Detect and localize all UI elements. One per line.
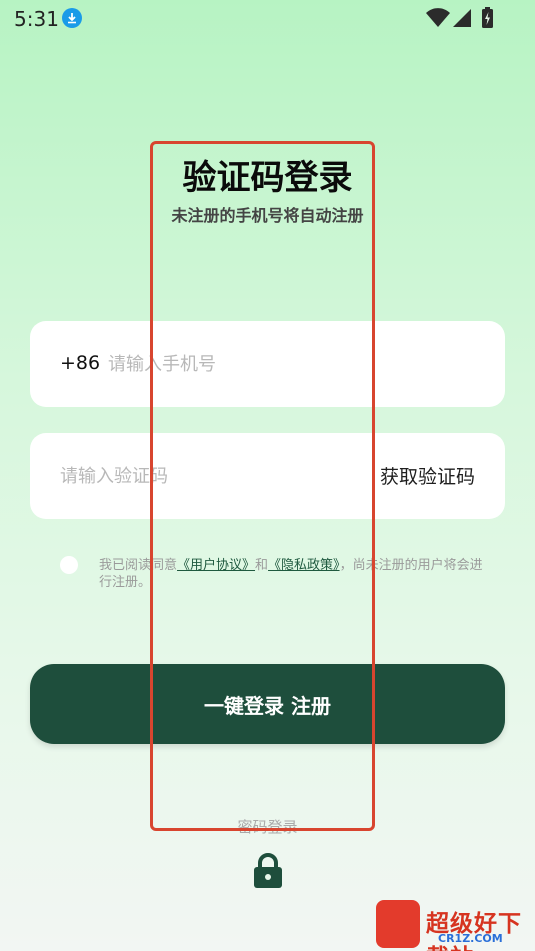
privacy-policy-link[interactable]: 《隐私政策》: [268, 558, 340, 573]
status-bar: 5:31: [0, 0, 535, 36]
agreement-radio[interactable]: [60, 556, 78, 574]
get-code-button[interactable]: 获取验证码: [380, 462, 475, 489]
agreement-prefix: 我已阅读同意: [99, 558, 178, 573]
agreement-and: 和: [255, 558, 269, 573]
lock-icon[interactable]: [252, 852, 284, 890]
signal-icon: [452, 8, 472, 32]
status-time: 5:31: [14, 7, 59, 31]
page-title: 验证码登录: [182, 158, 353, 198]
battery-icon: [481, 7, 494, 33]
agreement-text: 我已阅读同意《用户协议》和《隐私政策》，尚未注册的用户将会进行注册。: [99, 557, 489, 591]
login-register-button[interactable]: 一键登录 注册: [30, 664, 505, 744]
code-input[interactable]: [60, 461, 360, 491]
phone-field: +86: [30, 321, 505, 407]
watermark-logo-icon: [376, 900, 420, 948]
country-code[interactable]: +86: [60, 352, 100, 374]
phone-input[interactable]: [108, 349, 468, 379]
download-icon: [62, 8, 82, 28]
password-login-link[interactable]: 密码登录: [0, 816, 535, 837]
watermark: 超级好下载站 CR1Z.COM: [338, 898, 535, 951]
code-field: 获取验证码: [30, 433, 505, 519]
user-agreement-link[interactable]: 《用户协议》: [177, 558, 255, 573]
watermark-sub: CR1Z.COM: [438, 932, 503, 945]
page-subtitle: 未注册的手机号将自动注册: [171, 206, 364, 225]
wifi-icon: [426, 8, 450, 32]
